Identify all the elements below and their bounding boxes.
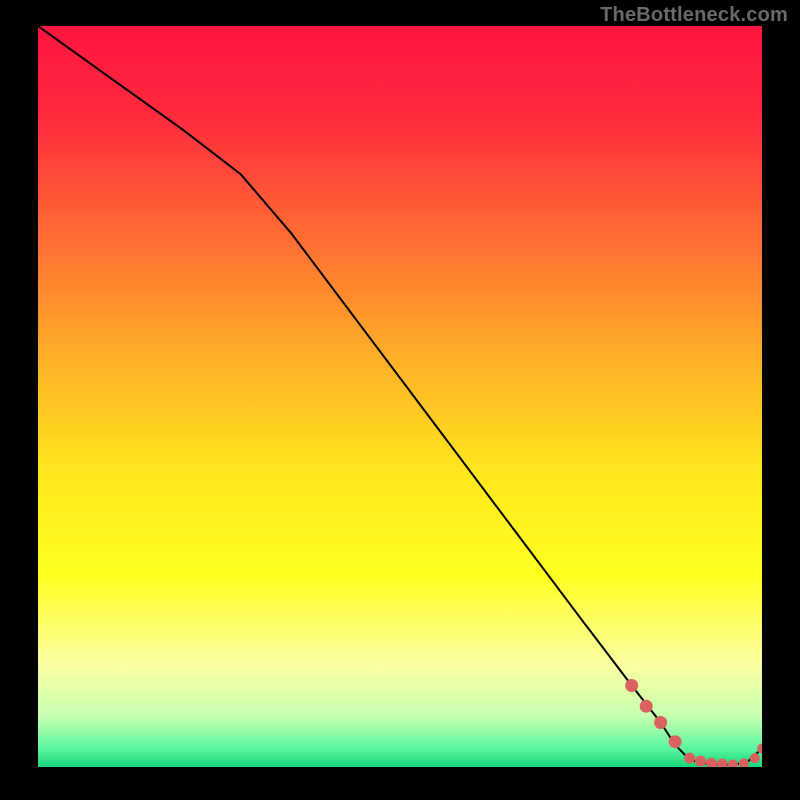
chart-svg bbox=[38, 26, 762, 767]
marker-dot bbox=[669, 735, 682, 748]
marker-dot bbox=[695, 756, 706, 767]
marker-dot bbox=[684, 753, 695, 764]
marker-dot bbox=[750, 753, 760, 763]
marker-dot bbox=[625, 679, 638, 692]
gradient-background bbox=[38, 26, 762, 767]
chart-stage: TheBottleneck.com bbox=[0, 0, 800, 800]
marker-dot bbox=[654, 716, 667, 729]
plot-area bbox=[38, 26, 762, 767]
watermark-text: TheBottleneck.com bbox=[600, 4, 788, 27]
marker-dot bbox=[640, 700, 653, 713]
